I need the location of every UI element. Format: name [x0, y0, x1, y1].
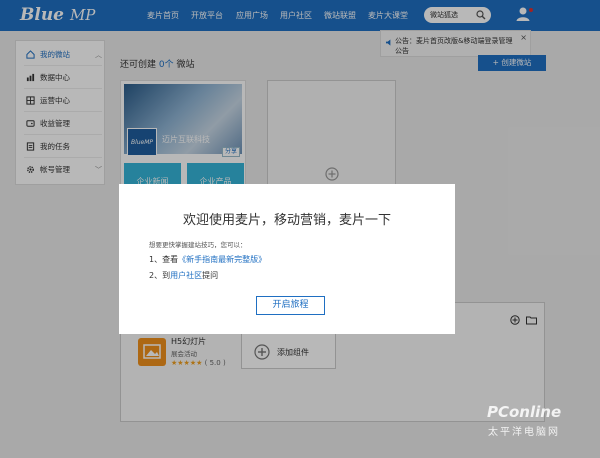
community-link[interactable]: 用户社区	[170, 271, 202, 280]
dialog-intro: 想要更快掌握建站技巧，您可以：	[149, 241, 247, 249]
watermark-logo: PConline	[487, 403, 562, 421]
guide-link[interactable]: 《新手指南最新完整版》	[178, 255, 266, 264]
welcome-dialog: 欢迎使用麦片，移动营销，麦片一下 想要更快掌握建站技巧，您可以： 1、查看《新手…	[119, 184, 455, 334]
dialog-title: 欢迎使用麦片，移动营销，麦片一下	[182, 213, 391, 228]
start-journey-button[interactable]: 开启旅程	[256, 296, 325, 315]
dialog-step-2: 2、到用户社区提问	[149, 271, 219, 280]
watermark-subtitle: 太平洋电脑网	[488, 427, 560, 438]
dialog-step-1: 1、查看《新手指南最新完整版》	[149, 255, 267, 264]
